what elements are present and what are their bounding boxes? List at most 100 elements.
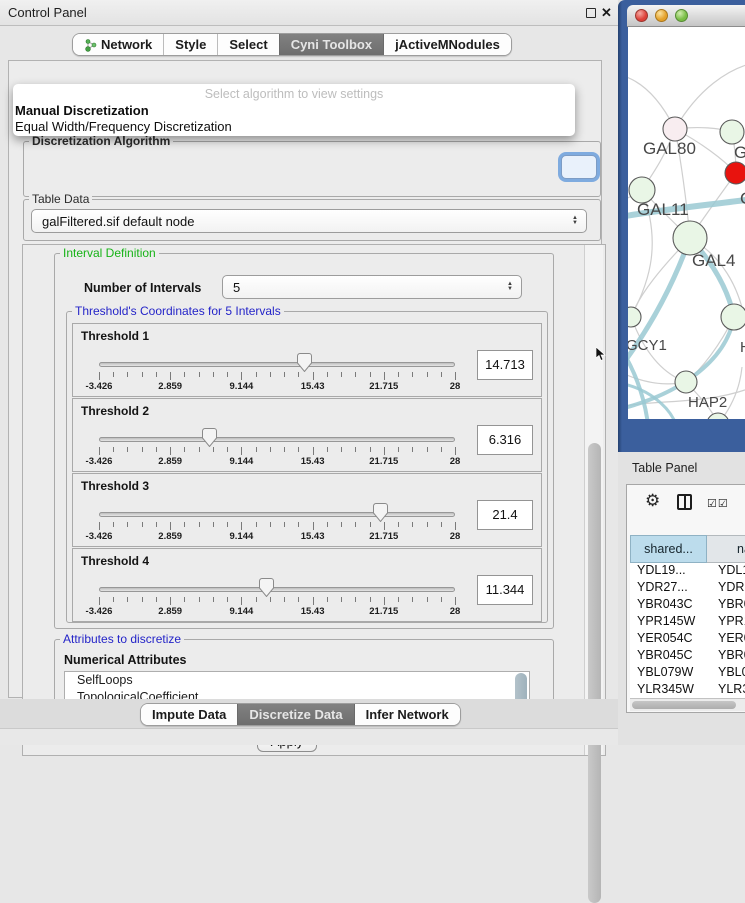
algorithm-popup-item[interactable]: Equal Width/Frequency Discretization (15, 119, 232, 134)
number-of-intervals-combobox[interactable]: 5 ▲▼ (222, 275, 522, 299)
threshold-slider-thumb[interactable] (297, 353, 312, 372)
minor-tick (270, 522, 271, 527)
settings-scrollbar-track[interactable] (584, 245, 603, 755)
column-header-shared-name[interactable]: shared... (630, 535, 707, 563)
table-row[interactable]: YBL079WYBL0 (630, 665, 745, 682)
major-tick (99, 447, 100, 455)
cell-shared-name: YDL19... (630, 563, 707, 580)
tab-select[interactable]: Select (217, 34, 278, 55)
column-header-name[interactable]: na (707, 535, 745, 563)
tab-infer-network[interactable]: Infer Network (354, 704, 460, 725)
table-rows: YDL19...YDL1YDR27...YDR2YBR043CYBR0YPR14… (630, 563, 745, 698)
minor-tick (156, 597, 157, 602)
table-row[interactable]: YLR345WYLR3 (630, 682, 745, 698)
tick-label: -3.426 (86, 606, 113, 617)
threshold-slider-thumb[interactable] (373, 503, 388, 522)
cell-name: YDL1 (707, 563, 745, 580)
minor-tick (298, 597, 299, 602)
tab-impute-data[interactable]: Impute Data (141, 704, 237, 725)
cell-shared-name: YLR345W (630, 682, 707, 698)
network-node-hap2[interactable] (675, 371, 697, 393)
table-panel: ⚙ ☑☑ shared... na YDL19...YDL1YDR27...YD… (626, 484, 745, 713)
tab-label: Cyni Toolbox (291, 37, 372, 52)
network-node-gal80[interactable] (663, 117, 687, 141)
top-tab-strip: NetworkStyleSelect Cyni Toolbox jActiveMNo… (72, 33, 512, 56)
network-node-gal4[interactable] (673, 221, 707, 255)
major-tick (241, 372, 242, 380)
minor-tick (213, 372, 214, 377)
threshold-slider-track[interactable] (99, 362, 455, 367)
minor-tick (127, 597, 128, 602)
minor-tick (284, 372, 285, 377)
number-of-intervals-value: 5 (233, 280, 240, 295)
table-hscrollbar-track[interactable] (630, 698, 745, 711)
mac-close-button[interactable] (635, 9, 648, 22)
threshold-slider-thumb[interactable] (202, 428, 217, 447)
table-hscrollbar-thumb[interactable] (632, 701, 736, 709)
network-canvas[interactable]: GAL80GACGAL11GAL4GCY1HHAP2 (628, 27, 745, 419)
threshold-slider-track[interactable] (99, 437, 455, 442)
slider-tick-labels: -3.4262.8599.14415.4321.71528 (99, 456, 455, 468)
network-node-ga-node[interactable] (720, 120, 744, 144)
tab-cyni-toolbox[interactable]: Cyni Toolbox (279, 34, 383, 55)
gear-icon[interactable]: ⚙ (645, 491, 660, 511)
tab-discretize-data[interactable]: Discretize Data (237, 704, 353, 725)
numerical-attributes-label: Numerical Attributes (64, 653, 186, 667)
minor-tick (284, 447, 285, 452)
minor-tick (184, 447, 185, 452)
table-row[interactable]: YPR145WYPR1 (630, 614, 745, 631)
table-row[interactable]: YBR045CYBR0 (630, 648, 745, 665)
table-row[interactable]: YBR043CYBR0 (630, 597, 745, 614)
minor-tick (441, 372, 442, 377)
table-data-combobox[interactable]: galFiltered.sif default node ▲▼ (31, 209, 587, 233)
float-window-icon[interactable] (586, 8, 596, 18)
minor-tick (113, 597, 114, 602)
checkbox-icons[interactable]: ☑☑ (707, 497, 729, 510)
tab-jactivemnodules[interactable]: jActiveMNodules (383, 34, 511, 55)
tick-label: 2.859 (158, 531, 182, 542)
minor-tick (441, 447, 442, 452)
tick-label: 21.715 (369, 606, 398, 617)
threshold-value-field[interactable]: 21.4 (477, 500, 533, 530)
mac-zoom-button[interactable] (675, 9, 688, 22)
minor-tick (341, 522, 342, 527)
threshold-slider-thumb[interactable] (259, 578, 274, 597)
threshold-value-field[interactable]: 11.344 (477, 575, 533, 605)
major-tick (455, 372, 456, 380)
close-icon[interactable]: ✕ (601, 5, 612, 21)
major-tick (99, 522, 100, 530)
threshold-value-field[interactable]: 14.713 (477, 350, 533, 380)
minor-tick (113, 522, 114, 527)
algorithm-popup-item[interactable]: Manual Discretization (15, 103, 149, 118)
threshold-slider-track[interactable] (99, 587, 455, 592)
threshold-panel: Threshold 3 -3.4262.8599.14415.4321.7152… (72, 473, 542, 547)
minor-tick (127, 447, 128, 452)
threshold-slider-track[interactable] (99, 512, 455, 517)
major-tick (384, 522, 385, 530)
split-columns-icon[interactable] (677, 494, 692, 510)
attribute-item[interactable]: SelfLoops (65, 672, 529, 689)
major-tick (313, 522, 314, 530)
tick-label: 2.859 (158, 606, 182, 617)
minor-tick (256, 597, 257, 602)
tab-style[interactable]: Style (163, 34, 217, 55)
bottom-tab-strip: Impute DataDiscretize DataInfer Network (140, 703, 461, 726)
network-node-gcy1[interactable] (628, 307, 641, 327)
table-row[interactable]: YDL19...YDL1 (630, 563, 745, 580)
table-row[interactable]: YDR27...YDR2 (630, 580, 745, 597)
mac-minimize-button[interactable] (655, 9, 668, 22)
tick-label: -3.426 (86, 456, 113, 467)
settings-scrollbar-thumb[interactable] (588, 443, 601, 903)
network-node-h-node[interactable] (721, 304, 745, 330)
algorithm-combobox[interactable] (561, 155, 597, 179)
minor-tick (156, 522, 157, 527)
minor-tick (427, 522, 428, 527)
network-node-red-node[interactable] (725, 162, 745, 184)
threshold-value-field[interactable]: 6.316 (477, 425, 533, 455)
minor-tick (412, 597, 413, 602)
tab-network[interactable]: Network (73, 34, 163, 55)
minor-tick (355, 447, 356, 452)
table-row[interactable]: YER054CYER0 (630, 631, 745, 648)
minor-tick (213, 522, 214, 527)
major-tick (170, 447, 171, 455)
